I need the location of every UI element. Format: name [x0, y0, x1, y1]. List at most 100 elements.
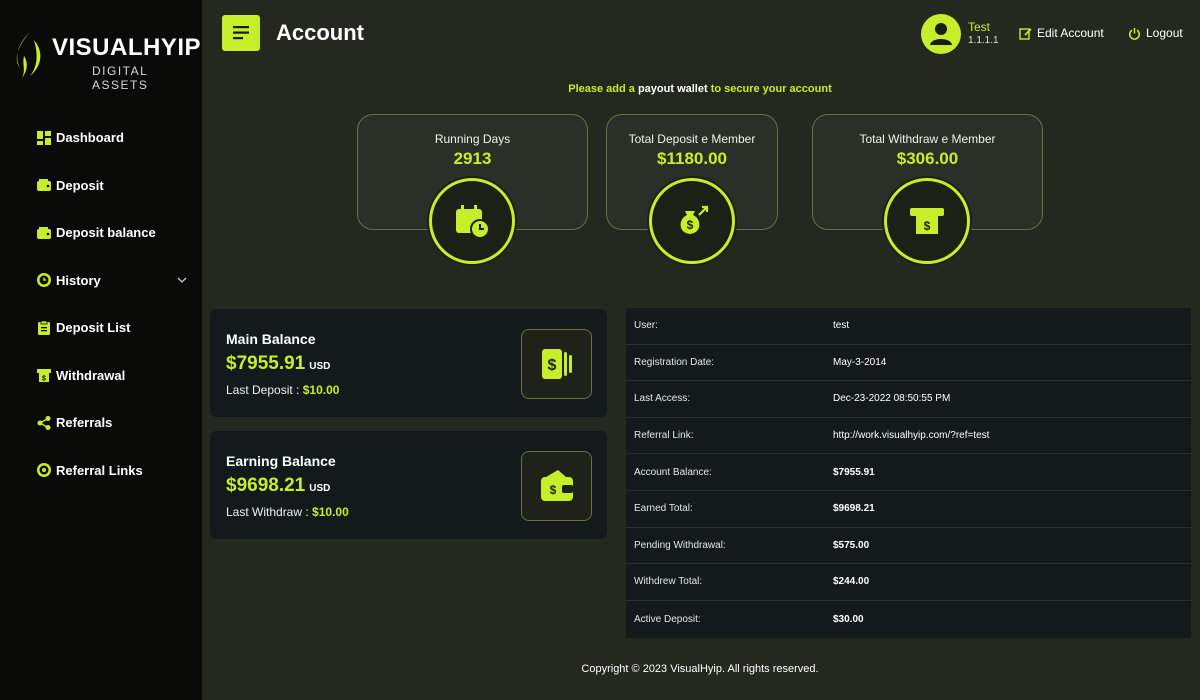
- table-row: Earned Total: $9698.21: [626, 491, 1191, 528]
- info-value: $7955.91: [833, 466, 875, 478]
- sidebar-item-referrals[interactable]: Referrals: [0, 399, 202, 447]
- sidebar-item-withdrawal[interactable]: $ Withdrawal: [0, 352, 202, 400]
- earning-balance-card: Earning Balance $9698.21 USD Last Withdra…: [210, 431, 607, 539]
- payout-wallet-notice: Please add a payout wallet to secure you…: [0, 83, 1200, 95]
- sidebar-item-referral-links[interactable]: Referral Links: [0, 447, 202, 495]
- stat-value: 2913: [453, 149, 492, 168]
- user-ip: 1.1.1.1: [968, 35, 999, 46]
- table-row: Last Access: Dec-23-2022 08:50:55 PM: [626, 381, 1191, 418]
- sidebar-item-label: Deposit balance: [56, 225, 156, 241]
- sidebar-item-label: Withdrawal: [56, 367, 126, 383]
- balance-amount: $7955.91: [226, 353, 306, 374]
- info-key: Referral Link:: [634, 430, 694, 442]
- wallet-icon: [37, 226, 51, 239]
- info-key: Last Access:: [634, 393, 691, 405]
- info-key: Earned Total:: [634, 503, 693, 515]
- sidebar: VISUALHYIP DIGITAL ASSETS Dashboard Depo…: [0, 0, 202, 700]
- sidebar-item-history[interactable]: History: [0, 257, 202, 305]
- balance-title: Earning Balance: [226, 453, 336, 469]
- sidebar-item-deposit-balance[interactable]: Deposit balance: [0, 209, 202, 257]
- stat-label: Total Deposit e Member: [628, 132, 756, 146]
- share-icon: [37, 415, 51, 430]
- notice-prefix: Please add a: [568, 83, 635, 95]
- brand-logo[interactable]: VISUALHYIP DIGITAL ASSETS: [10, 28, 201, 92]
- svg-text:$: $: [42, 376, 46, 383]
- table-row: Referral Link: http://work.visualhyip.co…: [626, 418, 1191, 455]
- wallet-dollar-icon: $: [540, 470, 573, 501]
- stat-label: Running Days: [434, 132, 511, 146]
- info-key: Withdrew Total:: [634, 576, 703, 588]
- money-bag-icon: $: [680, 205, 709, 234]
- balance-currency: USD: [309, 483, 331, 494]
- menu-icon: [233, 26, 249, 40]
- stat-label: Total Withdraw e Member: [859, 132, 996, 146]
- cash-stack-icon: $: [541, 349, 572, 379]
- sidebar-item-deposit-list[interactable]: Deposit List: [0, 304, 202, 352]
- sidebar-item-label: Referral Links: [56, 462, 143, 478]
- atm-icon: $: [910, 208, 944, 234]
- page-title: Account: [276, 20, 364, 45]
- balance-icon-box: $: [521, 451, 592, 521]
- sidebar-item-label: Deposit: [56, 177, 104, 193]
- info-key: Registration Date:: [634, 356, 715, 368]
- user-icon: [930, 23, 952, 45]
- info-value: Dec-23-2022 08:50:55 PM: [833, 393, 951, 405]
- sidebar-item-label: Deposit List: [56, 320, 131, 336]
- edit-account-link[interactable]: Edit Account: [1019, 26, 1104, 40]
- balance-amount-line: $7955.91 USD: [226, 353, 330, 375]
- leaf-logo-icon: [16, 32, 41, 78]
- table-row: Account Balance: $7955.91: [626, 454, 1191, 491]
- chevron-down-icon[interactable]: [176, 274, 188, 286]
- user-name: Test: [968, 20, 991, 34]
- notice-suffix: to secure your account: [710, 83, 832, 95]
- stat-icon-badge: $: [884, 178, 970, 264]
- withdraw-icon: $: [37, 369, 51, 383]
- info-value: $30.00: [833, 613, 864, 625]
- clock-icon: [37, 273, 51, 288]
- main-balance-card: Main Balance $7955.91 USD Last Deposit : …: [210, 309, 607, 417]
- table-row: Registration Date: May-3-2014: [626, 345, 1191, 382]
- svg-text:$: $: [687, 218, 694, 232]
- info-value: $244.00: [833, 576, 870, 588]
- sidebar-item-deposit[interactable]: Deposit: [0, 162, 202, 210]
- sidebar-item-label: Dashboard: [56, 130, 124, 146]
- balance-amount-line: $9698.21 USD: [226, 475, 330, 497]
- stat-icon-badge: $: [649, 178, 735, 264]
- logout-link[interactable]: Logout: [1128, 26, 1183, 40]
- info-key: Account Balance:: [634, 466, 712, 478]
- edit-icon: [1019, 27, 1032, 40]
- logout-label: Logout: [1146, 26, 1183, 40]
- svg-text:$: $: [549, 483, 556, 497]
- balance-footer: Last Withdraw : $10.00: [226, 505, 349, 519]
- stat-value: $1180.00: [657, 149, 727, 168]
- menu-toggle-button[interactable]: [222, 15, 260, 51]
- svg-text:$: $: [547, 357, 556, 374]
- table-row: Pending Withdrawal: $575.00: [626, 528, 1191, 565]
- balance-foot-label: Last Deposit :: [226, 383, 300, 397]
- calendar-clock-icon: [456, 205, 490, 239]
- table-row: Withdrew Total: $244.00: [626, 564, 1191, 601]
- stat-icon-badge: [429, 178, 515, 264]
- balance-amount: $9698.21: [226, 475, 306, 496]
- balance-footer: Last Deposit : $10.00: [226, 383, 339, 397]
- link-icon: [37, 463, 51, 478]
- sidebar-item-dashboard[interactable]: Dashboard: [0, 114, 202, 162]
- sidebar-item-label: Referrals: [56, 415, 113, 431]
- dashboard-icon: [37, 130, 51, 145]
- sidebar-item-label: History: [56, 272, 101, 288]
- clipboard-icon: [38, 320, 50, 335]
- info-value: test: [833, 320, 850, 332]
- avatar[interactable]: [921, 14, 961, 54]
- info-value: $9698.21: [833, 503, 875, 515]
- stat-value: $306.00: [896, 149, 959, 168]
- balance-foot-value: $10.00: [302, 383, 340, 397]
- referral-link-value[interactable]: http://work.visualhyip.com/?ref=test: [833, 430, 989, 441]
- balance-title: Main Balance: [226, 331, 316, 347]
- balance-foot-label: Last Withdraw :: [226, 505, 309, 519]
- power-icon: [1128, 27, 1141, 40]
- info-value: $575.00: [833, 539, 870, 551]
- balance-foot-value: $10.00: [312, 505, 349, 519]
- info-key: User:: [634, 320, 658, 332]
- payout-wallet-link[interactable]: payout wallet: [638, 83, 708, 95]
- account-info-table: User: test Registration Date: May-3-2014…: [626, 308, 1191, 638]
